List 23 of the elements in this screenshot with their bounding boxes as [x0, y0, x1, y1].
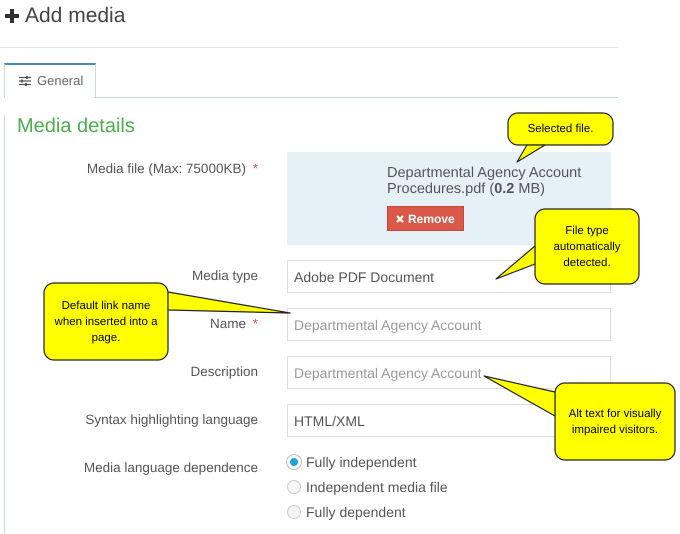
- radio-label[interactable]: Fully independent: [306, 454, 417, 470]
- radio-label[interactable]: Independent media file: [306, 479, 448, 495]
- field-label: Media language dependence: [84, 460, 258, 475]
- field-label: Name: [210, 316, 246, 331]
- general-tab[interactable]: General: [4, 63, 96, 98]
- radio-label[interactable]: Fully dependent: [306, 504, 406, 520]
- section-title: Media details: [17, 115, 135, 138]
- required-mark: *: [252, 316, 258, 331]
- radio-button[interactable]: [287, 480, 301, 494]
- field-label: Syntax highlighting language: [85, 412, 258, 427]
- field-label: Media file (Max: 75000KB): [86, 161, 246, 176]
- plus-icon: [5, 9, 19, 23]
- close-icon: [396, 214, 404, 222]
- remove-button[interactable]: Remove: [387, 206, 464, 231]
- text-field[interactable]: Departmental Agency Account: [287, 308, 611, 341]
- field-label: Media type: [192, 268, 258, 283]
- sliders-icon: [19, 76, 31, 86]
- radio-button[interactable]: [287, 505, 301, 519]
- page-title: Add media: [25, 4, 126, 28]
- text-field[interactable]: Departmental Agency Account: [287, 356, 611, 389]
- field-label: Description: [190, 364, 258, 379]
- required-mark: *: [252, 161, 258, 176]
- file-name: Departmental Agency Account Procedures.pdf (0.2 MB): [387, 165, 582, 197]
